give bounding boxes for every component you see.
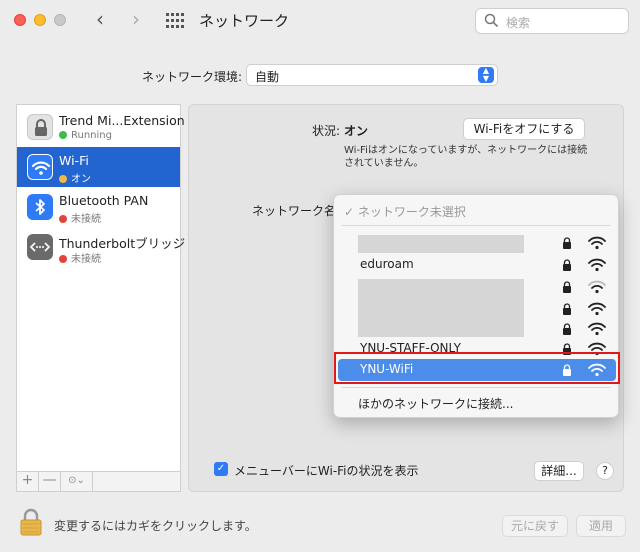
service-status: 未接続 <box>59 250 101 265</box>
lock-icon <box>27 114 53 140</box>
lock-instruction-text: 変更するにはカギをクリックします。 <box>54 519 257 533</box>
search-placeholder: 検索 <box>506 16 531 30</box>
menu-item-network[interactable] <box>334 299 618 319</box>
service-bluetooth-pan[interactable]: Bluetooth PAN 未接続 <box>17 187 180 227</box>
close-window-button[interactable] <box>14 14 26 26</box>
wifi-signal-icon <box>588 236 606 250</box>
minimize-window-button[interactable] <box>34 14 46 26</box>
status-dot-yellow <box>59 175 67 183</box>
service-name: Trend Mi...Extension <box>59 113 185 128</box>
status-dot-red <box>59 255 67 263</box>
zoom-window-button[interactable] <box>54 14 66 26</box>
padlock-icon[interactable] <box>20 508 42 536</box>
revert-button[interactable]: 元に戻す <box>502 515 568 537</box>
network-dropdown-menu: ✓ ネットワーク未選択 eduroam YNU-STAFF-ONLY YNU-W… <box>333 194 619 418</box>
select-stepper-icon: ▲ ▼ <box>478 67 494 83</box>
action-menu-button[interactable]: ⊙⌄ <box>61 472 93 491</box>
menu-item-network[interactable] <box>334 277 618 297</box>
show-in-menubar-checkbox[interactable]: ✓ <box>214 462 228 476</box>
menu-item-no-network[interactable]: ✓ ネットワーク未選択 <box>344 203 466 220</box>
apply-button[interactable]: 適用 <box>576 515 626 537</box>
menu-item-network[interactable] <box>334 233 618 253</box>
thunderbolt-bridge-icon <box>27 234 53 260</box>
menu-separator <box>342 225 610 226</box>
window-title: ネットワーク <box>199 12 290 30</box>
service-status: 未接続 <box>59 210 101 225</box>
network-name: eduroam <box>360 257 414 271</box>
show-all-grid-icon[interactable] <box>166 13 184 29</box>
annotation-highlight-box <box>334 352 620 384</box>
location-value: 自動 <box>255 70 280 84</box>
wifi-signal-icon <box>588 280 606 294</box>
lock-icon <box>563 281 571 293</box>
status-description: Wi-Fiはオンになっていますが、ネットワークには接続されていません。 <box>344 145 588 169</box>
status-value: オン <box>344 124 369 138</box>
lock-icon <box>563 303 571 315</box>
add-service-button[interactable]: + <box>17 472 39 491</box>
service-name: Wi-Fi <box>59 153 89 168</box>
service-list-toolbar: + — ⊙⌄ <box>16 472 181 492</box>
bluetooth-icon <box>27 194 53 220</box>
status-dot-red <box>59 215 67 223</box>
menu-item-other-network[interactable]: ほかのネットワークに接続... <box>358 395 513 412</box>
service-status: オン <box>59 170 91 185</box>
forward-chevron-icon[interactable]: › <box>124 8 148 32</box>
service-name: Bluetooth PAN <box>59 193 149 208</box>
service-list: Trend Mi...Extension Running Wi-Fi オン Bl… <box>16 104 185 472</box>
menu-separator <box>342 387 610 388</box>
location-select[interactable]: 自動 ▲ ▼ <box>246 64 498 86</box>
menu-item-network[interactable] <box>334 319 618 339</box>
service-wifi[interactable]: Wi-Fi オン <box>17 147 180 187</box>
help-button[interactable]: ? <box>596 462 614 480</box>
menu-item-network[interactable]: eduroam <box>334 255 618 275</box>
wifi-icon <box>27 154 53 180</box>
lock-icon <box>563 323 571 335</box>
service-trend-micro[interactable]: Trend Mi...Extension Running <box>17 107 185 147</box>
wifi-signal-icon <box>588 322 606 336</box>
service-thunderbolt-bridge[interactable]: Thunderboltブリッジ 未接続 <box>17 227 185 267</box>
search-field[interactable]: 検索 <box>475 8 629 34</box>
title-bar: ‹ › ネットワーク 検索 <box>0 0 640 44</box>
service-status: Running <box>59 130 112 141</box>
back-chevron-icon[interactable]: ‹ <box>88 8 112 32</box>
network-name-label: ネットワーク名 <box>252 204 337 218</box>
wifi-signal-icon <box>588 258 606 272</box>
show-in-menubar-label: メニューバーにWi-Fiの状況を表示 <box>234 464 419 478</box>
status-label: 状況: <box>312 124 341 138</box>
advanced-button[interactable]: 詳細... <box>534 461 584 481</box>
location-label: ネットワーク環境: <box>142 70 243 84</box>
remove-service-button[interactable]: — <box>39 472 61 491</box>
wifi-signal-icon <box>588 302 606 316</box>
lock-icon <box>563 237 571 249</box>
turn-wifi-off-button[interactable]: Wi-Fiをオフにする <box>463 118 585 140</box>
status-dot-green <box>59 131 67 139</box>
lock-icon <box>563 259 571 271</box>
search-icon <box>484 13 498 27</box>
